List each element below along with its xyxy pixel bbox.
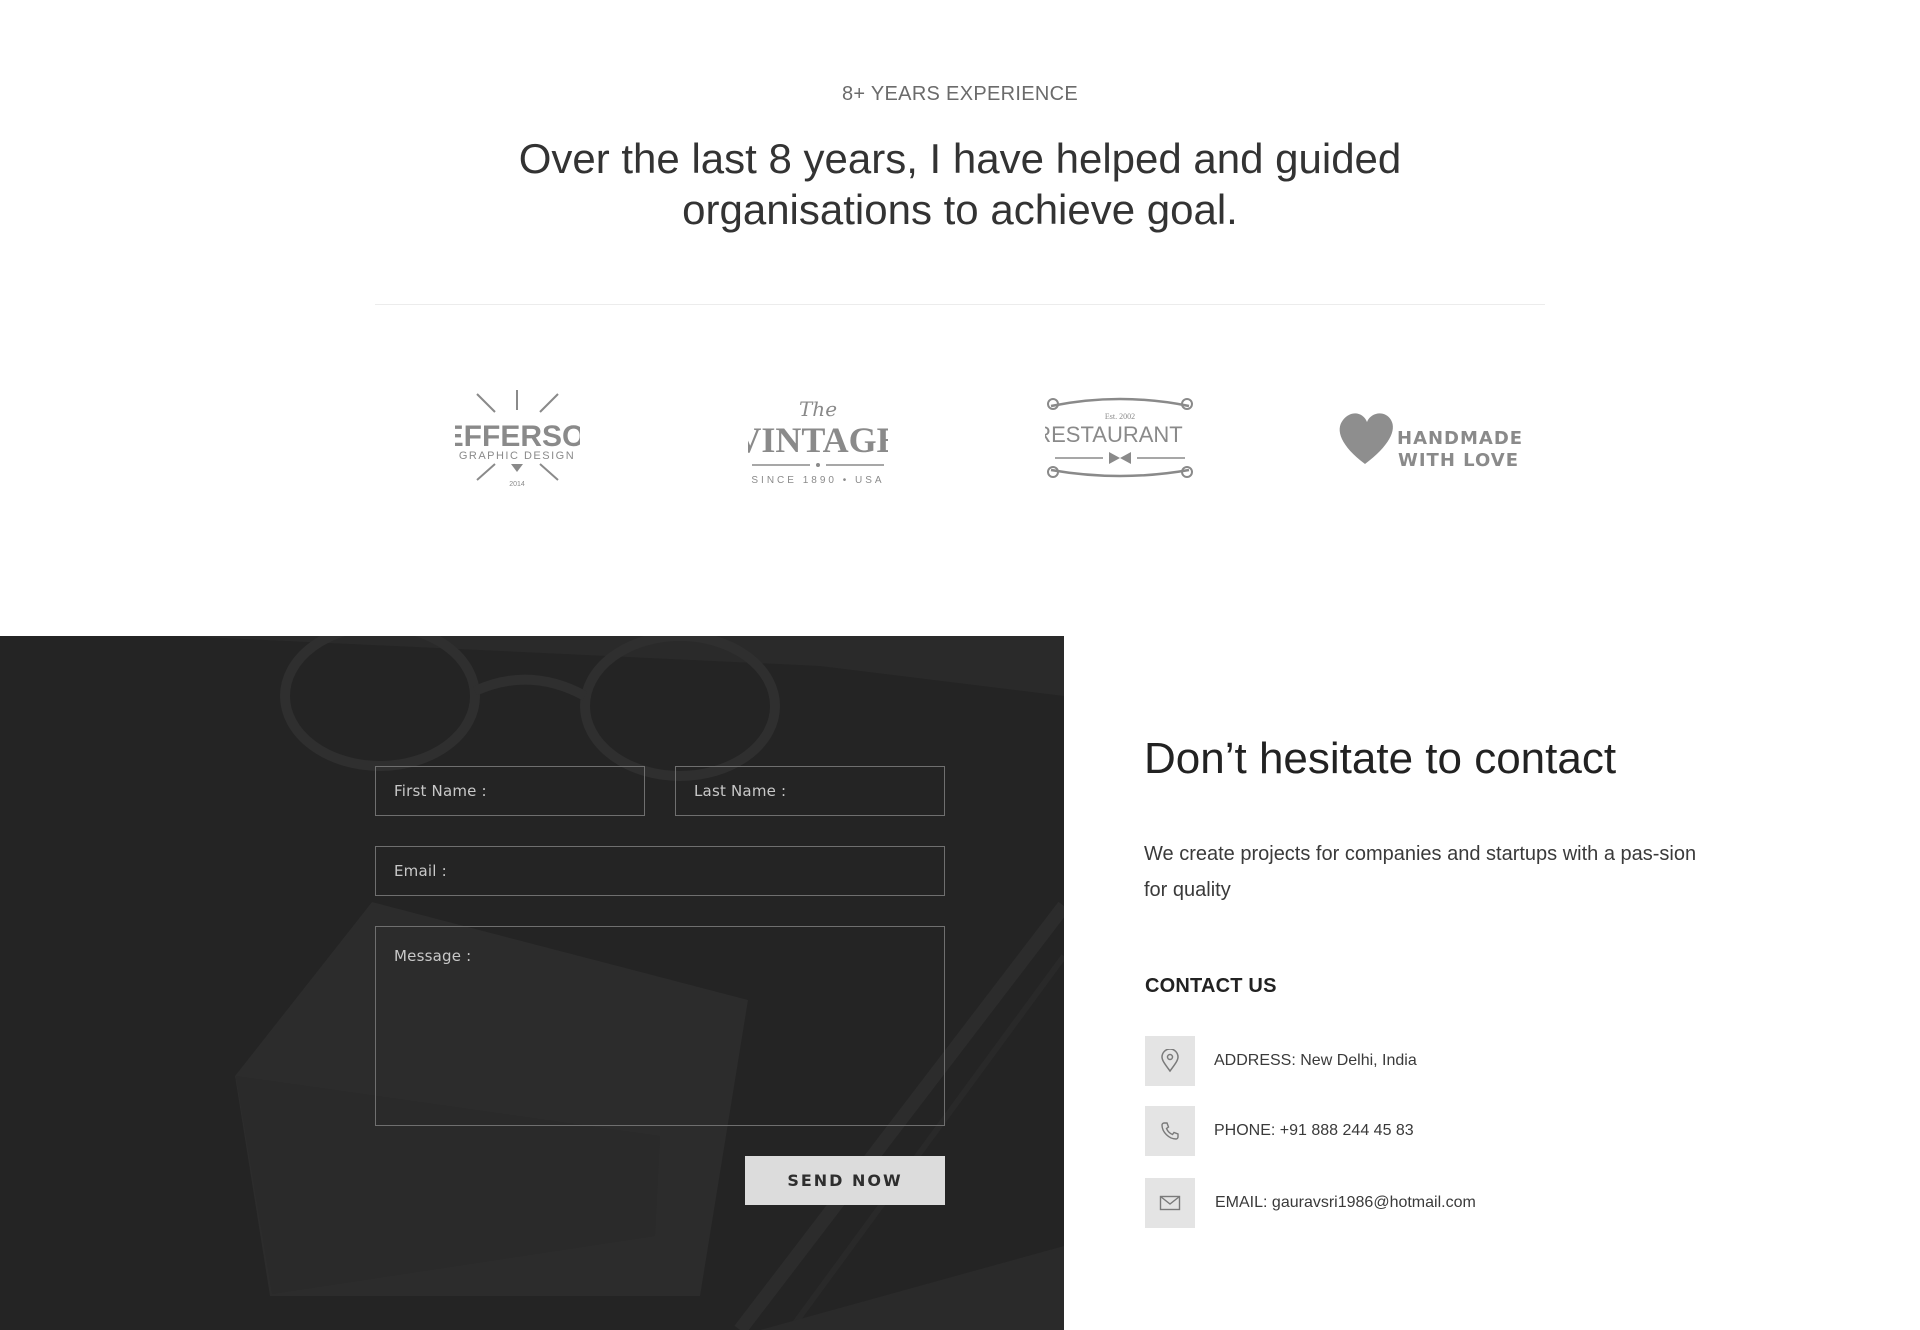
email-text: EMAIL: gauravsri1986@hotmail.com (1215, 1194, 1476, 1212)
logo-vintage: The VINTAGE SINCE 1890 • USA (748, 382, 888, 502)
contact-us-heading: CONTACT US (1145, 975, 1277, 997)
last-name-input[interactable]: Last Name : (675, 766, 945, 816)
logo-handmade: HANDMADE WITH LOVE (1335, 382, 1525, 502)
logo-handmade-name: HANDMADE (1397, 428, 1523, 449)
logo-vintage-prefix: The (799, 397, 837, 421)
contact-form-panel: First Name : Last Name : Email : Message… (0, 636, 1064, 1330)
email-label: EMAIL: (1215, 1194, 1268, 1211)
phone-value[interactable]: +91 888 244 45 83 (1280, 1122, 1414, 1139)
first-name-input[interactable]: First Name : (375, 766, 645, 816)
experience-heading: Over the last 8 years, I have helped and… (518, 135, 1402, 233)
logo-jefferson-name: JEFFERSON (455, 420, 580, 453)
address-value: New Delhi, India (1300, 1052, 1417, 1069)
address-label: ADDRESS: (1214, 1052, 1296, 1069)
phone-icon (1145, 1106, 1195, 1156)
section-divider (375, 304, 1545, 305)
address-text: ADDRESS: New Delhi, India (1214, 1052, 1417, 1070)
map-pin-icon (1145, 1036, 1195, 1086)
email-row: EMAIL: gauravsri1986@hotmail.com (1145, 1178, 1476, 1228)
logo-restaurant-name: RESTAURANT (1045, 422, 1183, 447)
phone-text: PHONE: +91 888 244 45 83 (1214, 1122, 1414, 1140)
logo-vintage-sub: SINCE 1890 • USA (751, 475, 884, 486)
email-value[interactable]: gauravsri1986@hotmail.com (1272, 1194, 1476, 1211)
phone-row: PHONE: +91 888 244 45 83 (1145, 1106, 1414, 1156)
message-textarea[interactable]: Message : (375, 926, 945, 1126)
contact-description: We create projects for companies and sta… (1144, 843, 1697, 901)
logo-jefferson-sub: GRAPHIC DESIGN (459, 450, 575, 462)
experience-label: 8+ YEARS EXPERIENCE (842, 83, 1078, 105)
send-now-button[interactable]: SEND NOW (745, 1156, 945, 1205)
email-input[interactable]: Email : (375, 846, 945, 896)
logo-restaurant-prefix: Est. 2002 (1105, 412, 1135, 421)
phone-label: PHONE: (1214, 1122, 1276, 1139)
logo-vintage-name: VINTAGE (748, 420, 888, 460)
address-row: ADDRESS: New Delhi, India (1145, 1036, 1417, 1086)
envelope-icon (1145, 1178, 1195, 1228)
logo-restaurant: Est. 2002 RESTAURANT (1045, 382, 1195, 502)
logo-handmade-sub: WITH LOVE (1398, 450, 1519, 471)
contact-title: Don’t hesitate to contact (1144, 734, 1617, 783)
logo-jefferson-year: 2014 (509, 481, 525, 488)
logo-jefferson: JEFFERSON GRAPHIC DESIGN 2014 (455, 382, 580, 502)
